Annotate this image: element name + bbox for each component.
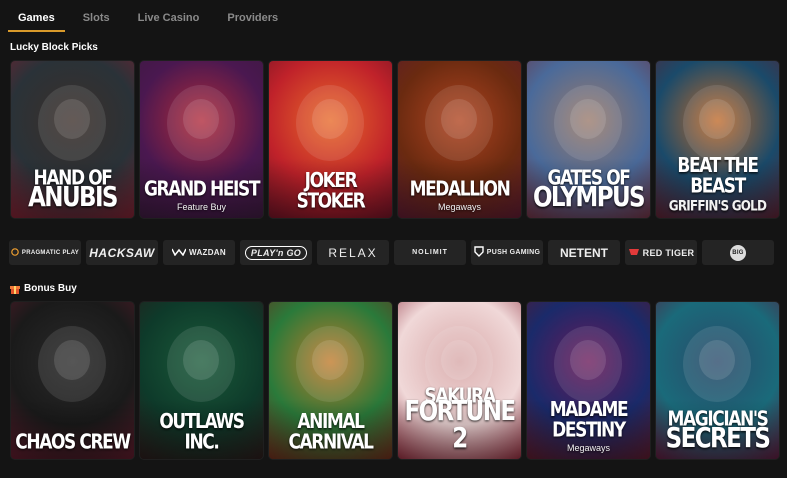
game-title-block: MAGICIAN'S SECRETS: [658, 409, 777, 455]
game-title: JOKER STOKER: [296, 169, 366, 214]
game-title: ANIMAL CARNIVAL: [288, 410, 373, 455]
provider-hacksaw[interactable]: HACKSAW: [86, 240, 158, 265]
game-title: CHAOS CREW: [15, 430, 131, 455]
provider-push-gaming[interactable]: PUSH GAMING: [471, 240, 543, 265]
game-title: BEAT THE BEAST: [677, 154, 759, 199]
provider-relax[interactable]: RELAX: [317, 240, 389, 265]
game-card[interactable]: JOKER STOKER: [269, 61, 392, 218]
game-title-block: CHAOS CREW: [13, 430, 132, 455]
provider-nolimit[interactable]: NOLIMIT: [394, 240, 466, 265]
provider-big-time-gaming[interactable]: BIG: [702, 240, 774, 265]
game-title: MADAME DESTINY: [549, 398, 629, 443]
game-title-block: GATES OF OLYMPUS: [529, 168, 648, 214]
tab-providers[interactable]: Providers: [217, 8, 288, 30]
game-title-block: OUTLAWS INC.: [142, 412, 261, 453]
game-title-block: BEAT THE BEAST GRIFFIN'S GOLD: [658, 156, 777, 215]
provider-netent[interactable]: NETENT: [548, 240, 620, 265]
game-subtitle: SECRETS: [665, 423, 771, 455]
game-card[interactable]: GRAND HEIST Feature Buy: [140, 61, 263, 218]
gift-icon: [10, 284, 20, 294]
game-subtitle: GRIFFIN'S GOLD: [668, 197, 767, 215]
tab-slots[interactable]: Slots: [73, 8, 120, 30]
game-card[interactable]: SAKURA FORTUNE 2: [398, 302, 521, 459]
game-title-block: MADAME DESTINY Megaways: [529, 400, 648, 453]
push-gaming-logo-icon: [474, 246, 484, 259]
category-tabs: Games Slots Live Casino Providers: [8, 8, 296, 32]
provider-playngo[interactable]: PLAY'n GO: [240, 240, 312, 265]
game-title-block: MEDALLION Megaways: [400, 177, 519, 212]
red-tiger-logo-icon: [628, 247, 640, 259]
game-card[interactable]: GATES OF OLYMPUS: [527, 61, 650, 218]
game-subtitle: OLYMPUS: [532, 182, 646, 214]
game-card[interactable]: MEDALLION Megaways: [398, 61, 521, 218]
tab-live-casino[interactable]: Live Casino: [128, 8, 210, 30]
game-card[interactable]: CHAOS CREW: [11, 302, 134, 459]
provider-wazdan[interactable]: WAZDAN: [163, 240, 235, 265]
provider-pragmatic-play[interactable]: PRAGMATIC PLAY: [9, 240, 81, 265]
game-subtitle: Megaways: [566, 443, 611, 453]
section-title-label: Bonus Buy: [24, 283, 77, 294]
game-title-block: JOKER STOKER: [271, 171, 390, 212]
game-card[interactable]: BEAT THE BEAST GRIFFIN'S GOLD: [656, 61, 779, 218]
section-title-lucky-block-picks: Lucky Block Picks: [10, 42, 98, 53]
game-subtitle: FORTUNE 2: [404, 396, 516, 455]
game-card[interactable]: HAND OF ANUBIS: [11, 61, 134, 218]
game-title-block: HAND OF ANUBIS: [13, 168, 132, 214]
game-title: GRAND HEIST: [143, 177, 260, 202]
lucky-picks-row: HAND OF ANUBIS GRAND HEIST Feature Buy JOKER…: [11, 61, 779, 218]
wazdan-logo-icon: [171, 248, 187, 258]
game-subtitle: Feature Buy: [176, 202, 227, 212]
game-title-block: SAKURA FORTUNE 2: [400, 386, 519, 455]
game-title: OUTLAWS INC.: [159, 410, 245, 455]
game-card[interactable]: MADAME DESTINY Megaways: [527, 302, 650, 459]
big-time-gaming-logo-icon: BIG: [730, 244, 746, 261]
pragmatic-play-logo-icon: [11, 247, 19, 258]
bonus-buy-row: CHAOS CREW OUTLAWS INC. ANIMAL CARNIVAL SAK…: [11, 302, 779, 459]
game-title-block: ANIMAL CARNIVAL: [271, 412, 390, 453]
game-title-block: GRAND HEIST Feature Buy: [142, 177, 261, 212]
game-title: MEDALLION: [409, 177, 511, 202]
section-title-label: Lucky Block Picks: [10, 42, 98, 53]
game-card[interactable]: OUTLAWS INC.: [140, 302, 263, 459]
provider-red-tiger[interactable]: RED TIGER: [625, 240, 697, 265]
game-card[interactable]: MAGICIAN'S SECRETS: [656, 302, 779, 459]
tab-games[interactable]: Games: [8, 8, 65, 32]
section-title-bonus-buy: Bonus Buy: [10, 283, 77, 294]
game-subtitle: Megaways: [437, 202, 482, 212]
game-subtitle: ANUBIS: [28, 182, 118, 214]
providers-strip: PRAGMATIC PLAY HACKSAW WAZDAN PLAY'n GO …: [9, 240, 774, 265]
game-card[interactable]: ANIMAL CARNIVAL: [269, 302, 392, 459]
